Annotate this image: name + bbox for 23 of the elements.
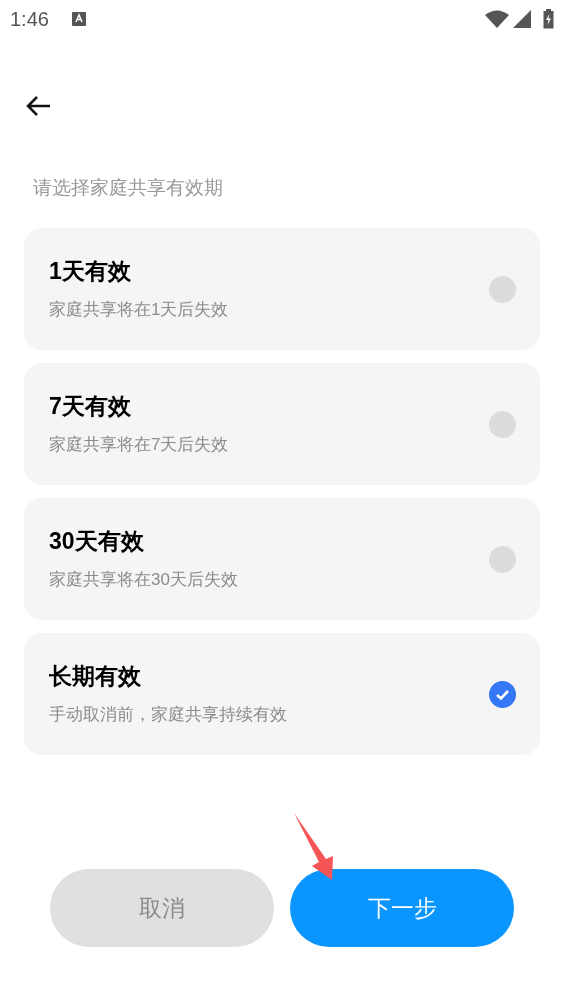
radio-icon[interactable] xyxy=(489,410,516,438)
option-card[interactable]: 长期有效 手动取消前，家庭共享持续有效 xyxy=(24,633,540,755)
option-title: 7天有效 xyxy=(49,392,131,420)
option-title: 30天有效 xyxy=(49,527,144,555)
option-description: 手动取消前，家庭共享持续有效 xyxy=(49,704,287,726)
option-title: 长期有效 xyxy=(49,662,141,690)
annotation-arrow xyxy=(292,812,336,882)
option-card[interactable]: 1天有效 家庭共享将在1天后失效 xyxy=(24,228,540,350)
radio-icon[interactable] xyxy=(489,545,516,573)
radio-icon[interactable] xyxy=(489,275,516,303)
section-heading: 请选择家庭共享有效期 xyxy=(32,176,224,200)
status-time: 1:46 xyxy=(10,7,49,32)
signal-icon xyxy=(513,10,531,28)
option-card[interactable]: 30天有效 家庭共享将在30天后失效 xyxy=(24,498,540,620)
option-description: 家庭共享将在1天后失效 xyxy=(49,299,229,321)
option-card[interactable]: 7天有效 家庭共享将在7天后失效 xyxy=(24,363,540,485)
option-description: 家庭共享将在30天后失效 xyxy=(49,569,238,591)
keyboard-icon xyxy=(71,12,86,26)
wifi-icon xyxy=(485,10,509,28)
radio-checked-icon[interactable] xyxy=(489,680,516,708)
battery-icon xyxy=(543,9,554,29)
option-description: 家庭共享将在7天后失效 xyxy=(49,434,229,456)
option-title: 1天有效 xyxy=(49,257,131,285)
